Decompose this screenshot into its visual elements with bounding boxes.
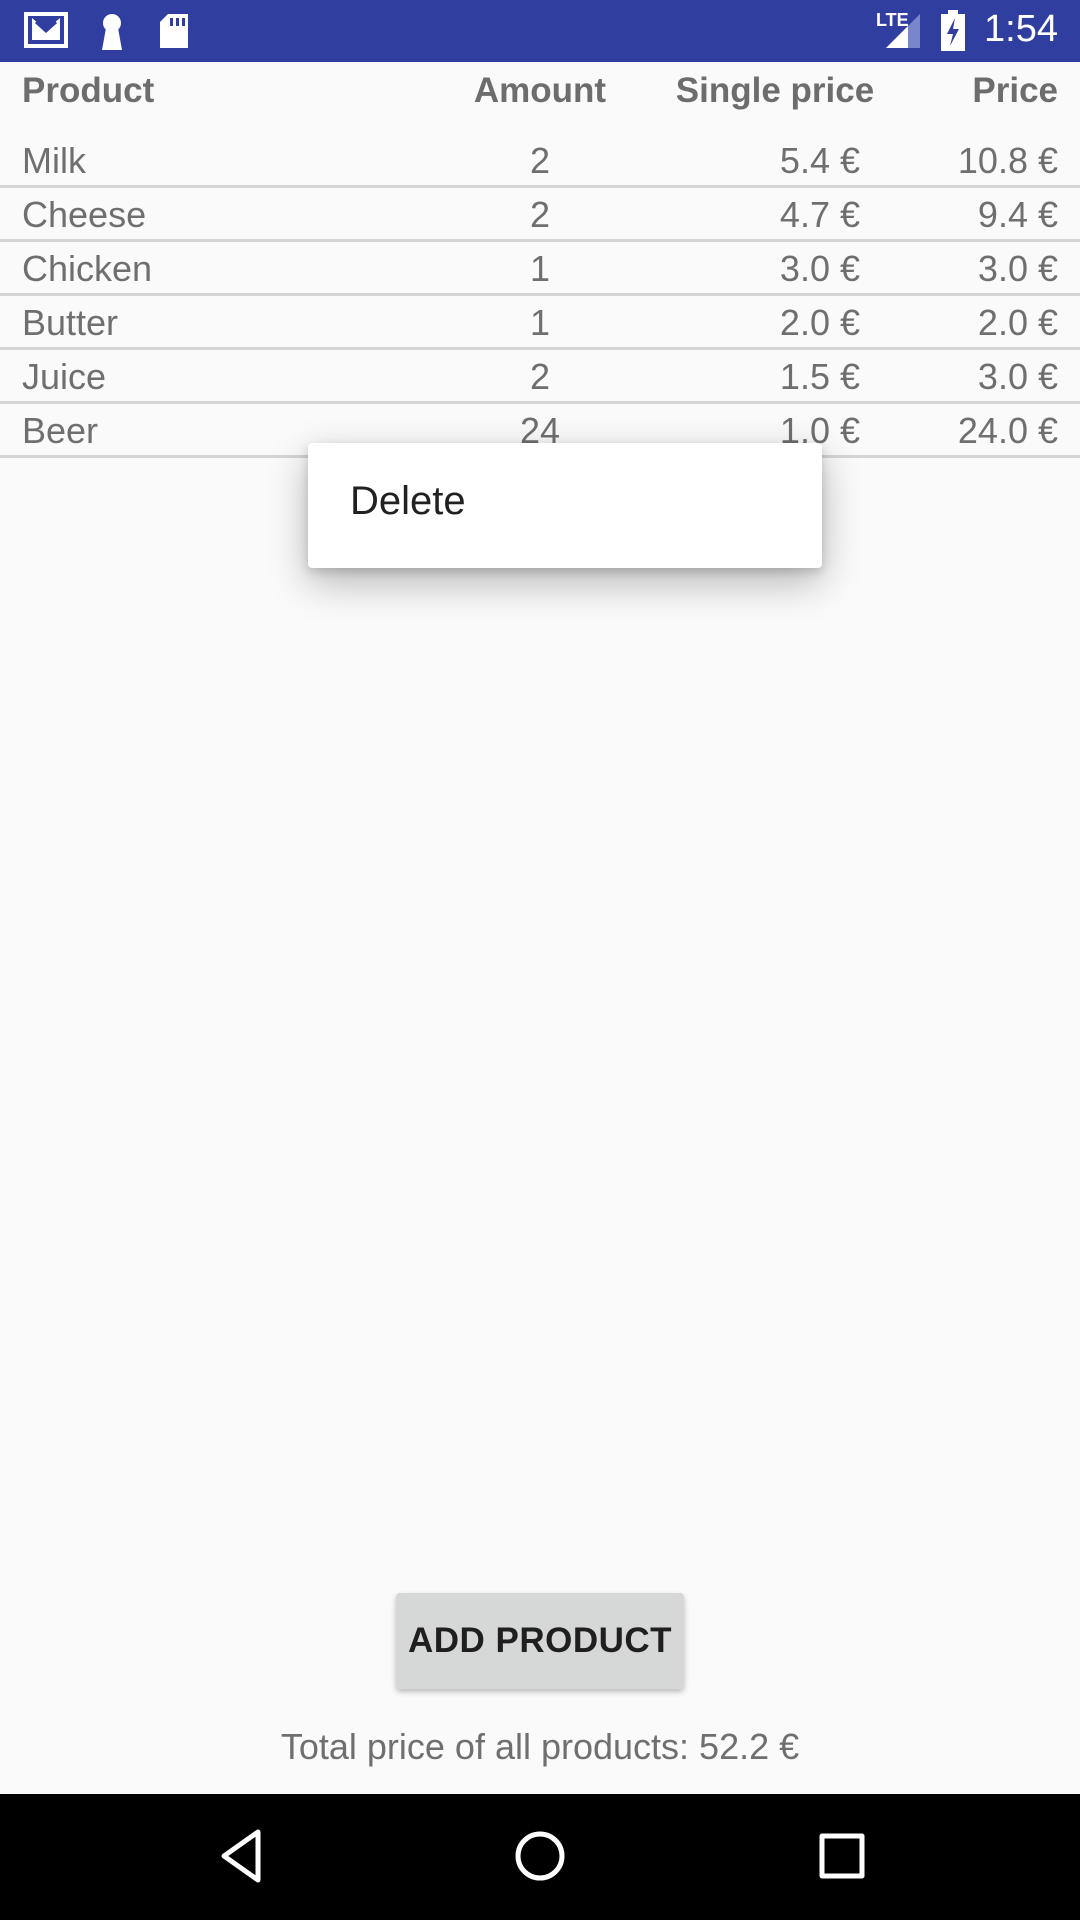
total-price-text: Total price of all products: 52.2 € (280, 1726, 800, 1767)
row-product: Chicken (22, 248, 153, 289)
signal-icon (886, 14, 920, 48)
table-row[interactable]: Butter 1 2.0 € 2.0 € (0, 296, 1080, 350)
row-product: Milk (22, 140, 86, 181)
header-amount: Amount (473, 71, 607, 110)
table-row[interactable]: Cheese 2 4.7 € 9.4 € (0, 188, 1080, 242)
row-price: 24.0 € (957, 410, 1058, 451)
row-price: 2.0 € (977, 302, 1058, 343)
battery-charging-icon (941, 10, 965, 51)
row-single-price: 2.0 € (779, 302, 860, 343)
sd-card-icon (160, 14, 188, 48)
row-price: 3.0 € (977, 248, 1058, 289)
recents-icon[interactable] (810, 1824, 874, 1888)
navigation-bar (0, 1794, 1080, 1920)
gmail-icon (24, 12, 68, 48)
home-icon[interactable] (508, 1824, 572, 1888)
row-product: Cheese (22, 194, 147, 235)
row-price: 3.0 € (977, 356, 1058, 397)
table-row[interactable]: Chicken 1 3.0 € 3.0 € (0, 242, 1080, 296)
clock: 1:54 (984, 8, 1058, 50)
row-product: Beer (22, 410, 99, 451)
header-product: Product (22, 71, 155, 110)
row-amount: 2 (529, 140, 551, 181)
table-header: Product Amount Single price Price (0, 62, 1080, 124)
header-price: Price (972, 71, 1058, 110)
row-price: 10.8 € (957, 140, 1058, 181)
row-amount: 2 (529, 194, 551, 235)
row-single-price: 1.5 € (779, 356, 860, 397)
header-single-price: Single price (675, 71, 875, 110)
add-product-button[interactable]: ADD PRODUCT (396, 1593, 684, 1689)
row-single-price: 4.7 € (779, 194, 860, 235)
keyhole-icon (102, 14, 122, 50)
row-price: 9.4 € (977, 194, 1058, 235)
row-product: Juice (22, 356, 107, 397)
row-product: Butter (22, 302, 119, 343)
row-single-price: 5.4 € (779, 140, 860, 181)
row-amount: 2 (529, 356, 551, 397)
back-icon[interactable] (210, 1824, 274, 1888)
status-bar: LTE 1:54 (0, 0, 1080, 62)
row-single-price: 3.0 € (779, 248, 860, 289)
table-row[interactable]: Milk 2 5.4 € 10.8 € (0, 134, 1080, 188)
product-table: Product Amount Single price Price Milk 2… (0, 62, 1080, 458)
context-menu: Delete (308, 443, 822, 568)
table-row[interactable]: Juice 2 1.5 € 3.0 € (0, 350, 1080, 404)
delete-menu-item[interactable]: Delete (350, 479, 466, 524)
row-amount: 1 (529, 302, 551, 343)
row-amount: 1 (529, 248, 551, 289)
